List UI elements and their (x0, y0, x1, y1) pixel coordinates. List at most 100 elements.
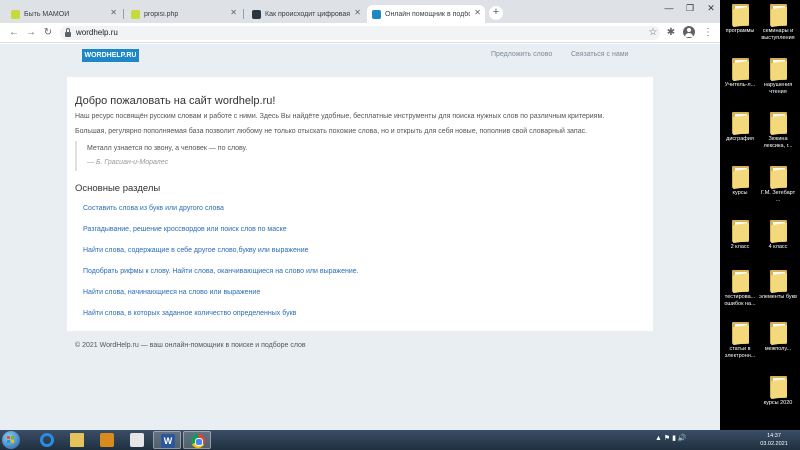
desktop-folder-testing[interactable]: тестирова... ошибок на... (720, 270, 760, 307)
desktop-folder-grade-4[interactable]: 4 класс (758, 220, 798, 251)
folder-icon (769, 376, 787, 400)
clock[interactable]: 14:37 03.02.2021 (752, 432, 796, 448)
tab-1[interactable]: Быть МАМОЙ ✕ (6, 5, 121, 23)
lock-icon[interactable] (65, 28, 71, 37)
folder-icon (731, 166, 749, 190)
folder-label: курсы 2020 (763, 400, 793, 406)
intro-paragraph-2: Большая, регулярно пополняемая база позв… (75, 128, 588, 135)
desktop-folder-letter-elements[interactable]: элементы букв (758, 270, 798, 301)
tab-title: Онлайн помощник в подборе сл (385, 10, 470, 18)
desktop-folder-grade-2[interactable]: 2 класс (720, 220, 760, 251)
close-tab-icon[interactable]: ✕ (230, 8, 237, 17)
contact-link[interactable]: Связаться с нами (571, 51, 628, 58)
url-text[interactable]: wordhelp.ru (76, 28, 118, 37)
tab-3[interactable]: Как происходит цифровая тран ✕ (247, 5, 365, 23)
desktop-folder-courses[interactable]: курсы (720, 166, 760, 197)
quote-author: — Б. Грасиан-и-Моралес (87, 159, 169, 166)
reload-icon[interactable]: ↻ (42, 26, 54, 40)
tab-title: Быть МАМОЙ (24, 10, 70, 18)
folder-label: программы (725, 28, 755, 34)
folder-icon (731, 322, 749, 346)
word-icon[interactable]: W (153, 431, 181, 449)
folder-icon (769, 220, 787, 244)
folder-label: межполу... (764, 346, 792, 352)
taskbar: W ▲ ⚑ ▮ 🔊 14:37 03.02.2021 (0, 430, 800, 450)
forward-icon[interactable]: → (25, 26, 37, 40)
minimize-icon[interactable]: — (662, 3, 676, 13)
folder-label: статьи в электронн... (724, 346, 756, 359)
tab-separator (243, 9, 244, 19)
section-link-crossword[interactable]: Разгадывание, решение кроссвордов или по… (83, 226, 287, 233)
new-tab-button[interactable]: + (489, 6, 503, 20)
quote-block: Металл узнается по звону, а человек — по… (75, 141, 375, 171)
folder-icon (769, 322, 787, 346)
folder-icon (769, 166, 787, 190)
clock-date: 03.02.2021 (760, 441, 788, 447)
clock-time: 14:37 (767, 433, 781, 439)
start-button[interactable] (2, 431, 20, 449)
desktop-folder-programs[interactable]: программы (720, 4, 760, 35)
folder-label: Учитель-л... (724, 82, 756, 88)
close-tab-icon[interactable]: ✕ (354, 8, 361, 17)
desktop-folder-dysgraphia[interactable]: дисграфия (720, 112, 760, 143)
desktop-folder-zyukina[interactable]: Зюкина лексика, г... (758, 112, 798, 149)
close-tab-icon[interactable]: ✕ (110, 8, 117, 17)
desktop-folder-courses-2020[interactable]: курсы 2020 (758, 376, 798, 407)
media-player-icon[interactable] (93, 431, 121, 449)
folder-icon (731, 220, 749, 244)
kebab-menu-icon[interactable]: ⋮ (702, 26, 714, 40)
site-logo[interactable]: WORDHELP.RU (82, 49, 139, 62)
desktop-folder-reading[interactable]: нарушения чтения (758, 58, 798, 95)
avatar-icon[interactable] (683, 26, 695, 38)
quote-text: Металл узнается по звону, а человек — по… (87, 145, 248, 152)
desktop: программы семинары и выступления Учитель… (720, 0, 800, 430)
folder-icon (769, 270, 787, 294)
file-explorer-icon[interactable] (63, 431, 91, 449)
section-link-starts-with[interactable]: Найти слова, начинающиеся на слово или в… (83, 289, 260, 296)
tab-active[interactable]: Онлайн помощник в подборе сл ✕ (367, 5, 485, 23)
folder-label: тестирова... ошибок на... (724, 294, 756, 307)
desktop-folder-teacher[interactable]: Учитель-л... (720, 58, 760, 89)
desktop-folder-zegebart[interactable]: Г.М. Зегебарт ... (758, 166, 798, 203)
folder-icon (769, 58, 787, 82)
folder-icon (731, 58, 749, 82)
folder-label: семинары и выступления (761, 28, 795, 41)
extensions-icon[interactable]: ✱ (665, 26, 677, 40)
tab-title: propisi.php (144, 10, 179, 18)
folder-label: Зюкина лексика, г... (763, 136, 793, 149)
desktop-folder-interhemispheric[interactable]: межполу... (758, 322, 798, 353)
section-link-contains[interactable]: Найти слова, содержащие в себе другое сл… (83, 247, 309, 254)
paint-icon[interactable] (123, 431, 151, 449)
section-link-letter-count[interactable]: Найти слова, в которых заданное количест… (83, 310, 296, 317)
folder-icon (731, 4, 749, 28)
tab-2[interactable]: propisi.php ✕ (126, 5, 241, 23)
folder-icon (731, 270, 749, 294)
folder-label: элементы букв (759, 294, 797, 300)
suggest-word-link[interactable]: Предложить слово (491, 51, 552, 58)
folder-label: Г.М. Зегебарт ... (760, 190, 796, 203)
desktop-folder-articles[interactable]: статьи в электронн... (720, 322, 760, 359)
section-link-compose[interactable]: Составить слова из букв или другого слов… (83, 205, 224, 212)
folder-label: нарушения чтения (763, 82, 793, 95)
system-tray[interactable]: ▲ ⚑ ▮ 🔊 (655, 434, 687, 442)
favicon-icon (252, 10, 261, 19)
intro-paragraph: Наш ресурс посвящён русским словам и раб… (75, 113, 605, 120)
desktop-folder-seminars[interactable]: семинары и выступления (758, 4, 798, 41)
browser-window: Быть МАМОЙ ✕ propisi.php ✕ Как происходи… (0, 0, 720, 430)
close-window-icon[interactable]: ✕ (704, 3, 718, 14)
internet-explorer-icon[interactable] (33, 431, 61, 449)
chrome-icon[interactable] (183, 431, 211, 449)
section-link-rhymes[interactable]: Подобрать рифмы к слову. Найти слова, ок… (83, 268, 359, 275)
maximize-icon[interactable]: ❐ (683, 3, 697, 14)
web-page: WORDHELP.RU Предложить слово Связаться с… (0, 44, 720, 430)
sections-heading: Основные разделы (75, 183, 161, 194)
folder-icon (769, 112, 787, 136)
folder-label: 2 класс (730, 244, 750, 250)
close-tab-icon[interactable]: ✕ (474, 8, 481, 17)
folder-icon (731, 112, 749, 136)
folder-label: 4 класс (768, 244, 788, 250)
address-bar[interactable]: wordhelp.ru (60, 26, 660, 40)
bookmark-star-icon[interactable]: ☆ (647, 26, 659, 40)
back-icon[interactable]: ← (8, 26, 20, 40)
tab-title: Как происходит цифровая тран (265, 10, 350, 18)
